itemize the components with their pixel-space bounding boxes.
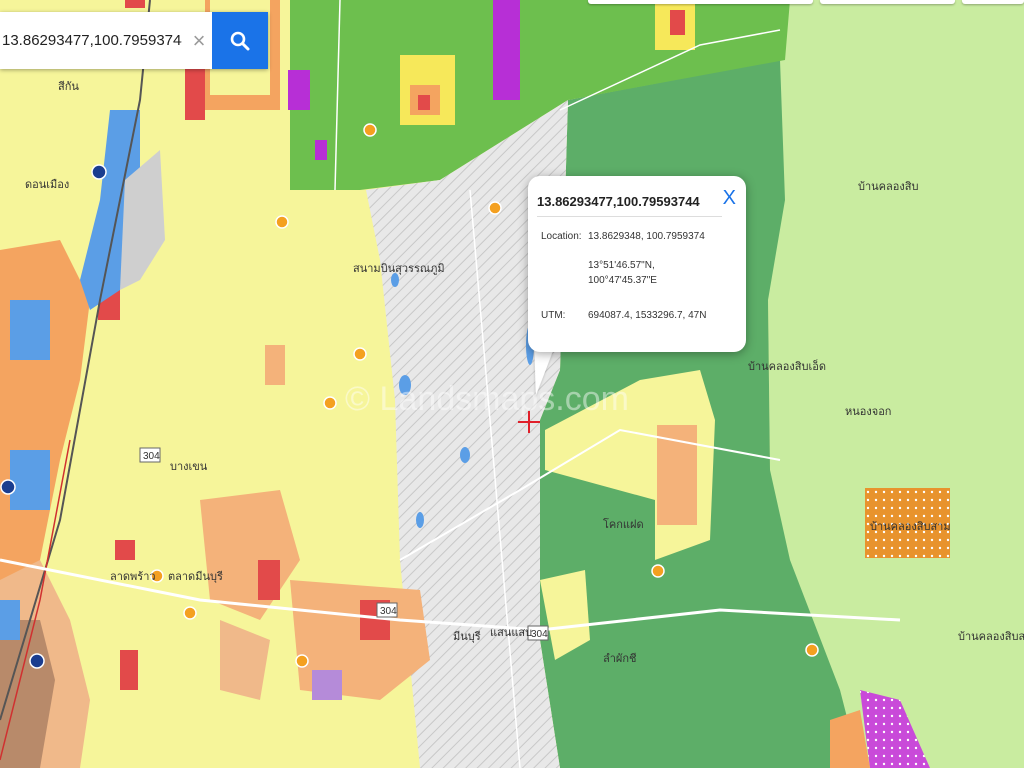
purple-zone-top-2 [315, 140, 327, 160]
road-shield-304-1-label: 304 [531, 629, 548, 640]
red-zone-top-4 [125, 0, 145, 8]
coordinate-popup: 13.86293477,100.79593744 X Location: 13.… [528, 176, 746, 352]
red-zone-top-2 [418, 95, 430, 110]
blue-patch-left-3 [0, 600, 20, 640]
location-dms-lon: 100°47'45.37"E [588, 275, 657, 286]
location-label: Location: [541, 231, 582, 242]
transit-marker-1[interactable] [91, 164, 107, 180]
red-zone-top-3 [670, 10, 685, 35]
search-icon [230, 31, 250, 50]
search-box: × [0, 12, 268, 69]
road-shield-304-2-label: 304 [380, 606, 397, 617]
search-input[interactable] [0, 31, 184, 50]
map-label-place-3: สนามบินสุวรรณภูมิ [353, 262, 445, 275]
map-label-place-10: ลำผักชี [603, 652, 637, 665]
blue-patch-left-2 [10, 450, 50, 510]
red-patch-4 [120, 650, 138, 690]
location-crosshair-icon [518, 411, 540, 433]
poi-marker-8[interactable] [295, 654, 309, 668]
poi-marker-10[interactable] [805, 643, 819, 657]
orange-patch-4 [265, 345, 285, 385]
purple-zone-top-1 [288, 70, 310, 110]
poi-marker-2[interactable] [488, 201, 502, 215]
water-2 [460, 447, 470, 463]
close-popup-button[interactable]: X [723, 187, 736, 210]
search-button[interactable] [212, 12, 268, 69]
purple-zone-top-3 [493, 0, 520, 100]
map-label-place-12: บ้านคลองสิบ [858, 180, 918, 193]
map-label-place-6: บางเขน [170, 460, 208, 473]
map-label-place-8: แสนแสบ [490, 626, 532, 639]
blue-patch-left-1 [10, 300, 50, 360]
red-patch-1 [115, 540, 135, 560]
poi-marker-3[interactable] [275, 215, 289, 229]
transit-marker-3[interactable] [29, 653, 45, 669]
poi-marker-4[interactable] [353, 347, 367, 361]
water-4 [416, 512, 424, 528]
land-use-map[interactable]: 304 304 304 สีกัน ดอนเมือง สนามบินสุวรรณ… [0, 0, 1024, 768]
poi-marker-1[interactable] [363, 123, 377, 137]
map-label-place-9: หนองจอก [845, 405, 891, 418]
transit-marker-2[interactable] [0, 479, 16, 495]
map-label-place-4: โคกแฝด [603, 517, 644, 531]
map-label-place-2: ดอนเมือง [25, 178, 69, 191]
map-label-place-15: บ้านคลองสิบสาม [958, 630, 1024, 643]
map-label-place-14: บ้านคลองสิบสาม [870, 520, 951, 533]
map-toolbar-button-1[interactable] [588, 0, 813, 4]
utm-label: UTM: [541, 310, 566, 321]
map-label-place-7: มีนบุรี [453, 630, 481, 643]
popup-title: 13.86293477,100.79593744 [537, 194, 700, 209]
clear-search-button[interactable]: × [184, 28, 214, 54]
map-label-place-5: ลาดพร้าว [110, 570, 156, 583]
location-dms-lat: 13°51'46.57"N, [588, 260, 655, 271]
map-label-place-13: บ้านคลองสิบเอ็ด [748, 359, 826, 373]
poi-marker-7[interactable] [183, 606, 197, 620]
poi-marker-9[interactable] [651, 564, 665, 578]
map-label-place-11: ตลาดมีนบุรี [168, 570, 223, 583]
map-watermark: © Landsmaps.com [345, 380, 629, 418]
map-toolbar-button-3[interactable] [962, 0, 1024, 4]
map-label-place-1: สีกัน [58, 80, 80, 93]
map-toolbar-button-2[interactable] [820, 0, 955, 4]
utm-value: 694087.4, 1533296.7, 47N [588, 310, 707, 321]
location-decimal-value: 13.8629348, 100.7959374 [588, 231, 705, 242]
popup-divider [537, 216, 722, 217]
red-zone-top-1 [185, 60, 205, 120]
red-patch-3 [258, 560, 280, 600]
water-5 [391, 273, 399, 287]
poi-marker-5[interactable] [323, 396, 337, 410]
road-shield-304-3-label: 304 [143, 451, 160, 462]
purple-patch-1 [312, 670, 342, 700]
